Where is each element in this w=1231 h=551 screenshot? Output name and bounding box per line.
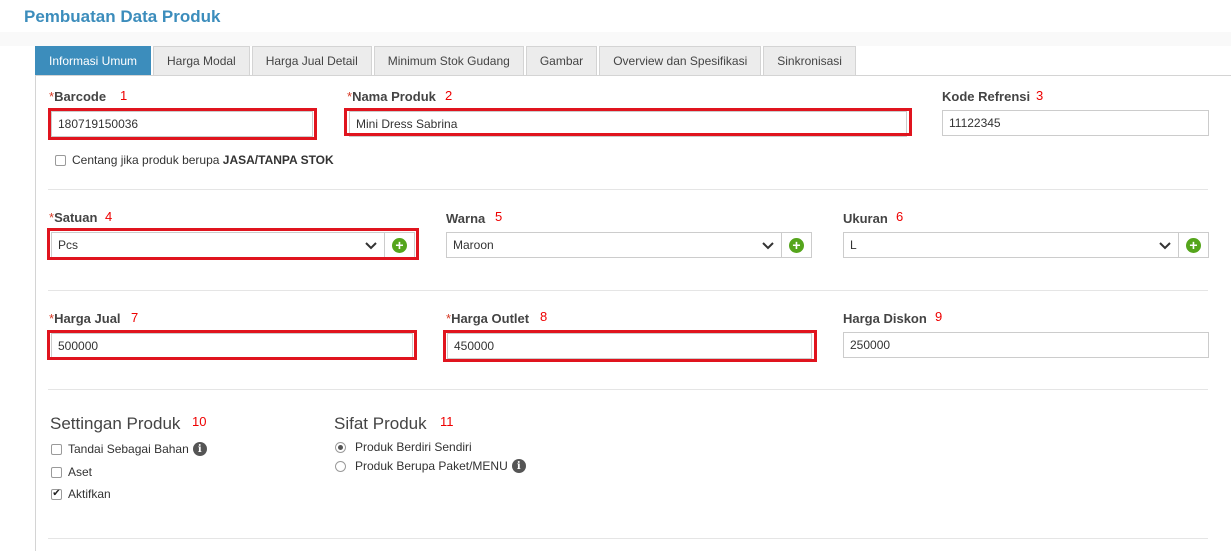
tab-harga-modal[interactable]: Harga Modal bbox=[153, 46, 250, 75]
jasa-checkbox-row[interactable]: Centang jika produk berupa JASA/TANPA ST… bbox=[55, 153, 334, 167]
annotation-1: 1 bbox=[120, 88, 128, 103]
settingan-produk-title: Settingan Produk bbox=[50, 414, 181, 433]
plus-circle-icon: + bbox=[789, 237, 804, 253]
highlight-box-satuan bbox=[47, 228, 419, 260]
annotation-6: 6 bbox=[896, 209, 904, 224]
check-icon: ✔ bbox=[52, 488, 61, 499]
add-ukuran-button[interactable]: + bbox=[1179, 232, 1209, 258]
ukuran-label: Ukuran bbox=[843, 211, 888, 226]
sifat-produk-title: Sifat Produk bbox=[334, 414, 427, 433]
produk-paket-menu-row[interactable]: Produk Berupa Paket/MENU i bbox=[335, 459, 526, 473]
aktifkan-checkbox[interactable]: ✔ bbox=[51, 488, 62, 500]
section-divider bbox=[48, 538, 1208, 539]
section-divider bbox=[48, 189, 1208, 190]
jasa-checkbox[interactable] bbox=[55, 154, 66, 166]
annotation-4: 4 bbox=[105, 209, 113, 224]
info-icon[interactable]: i bbox=[192, 442, 207, 456]
plus-circle-icon: + bbox=[1186, 237, 1201, 253]
ukuran-select[interactable]: L bbox=[843, 232, 1179, 258]
tab-overview-spesifikasi[interactable]: Overview dan Spesifikasi bbox=[599, 46, 762, 75]
tab-minimum-stok-gudang[interactable]: Minimum Stok Gudang bbox=[373, 46, 524, 75]
page-title: Pembuatan Data Produk bbox=[24, 7, 221, 26]
produk-berdiri-sendiri-row[interactable]: Produk Berdiri Sendiri bbox=[335, 440, 472, 454]
tandai-bahan-row[interactable]: Tandai Sebagai Bahan i bbox=[51, 442, 207, 456]
warna-select-group: Maroon + bbox=[446, 232, 812, 258]
chevron-down-icon bbox=[762, 242, 774, 250]
aset-checkbox[interactable] bbox=[51, 466, 62, 478]
warna-select[interactable]: Maroon bbox=[446, 232, 782, 258]
produk-berdiri-sendiri-radio[interactable] bbox=[335, 441, 346, 453]
tab-gambar[interactable]: Gambar bbox=[525, 46, 598, 75]
harga-outlet-label: *Harga Outlet bbox=[446, 311, 530, 326]
harga-diskon-input[interactable]: 250000 bbox=[843, 332, 1209, 358]
section-divider bbox=[48, 389, 1208, 390]
harga-jual-label: *Harga Jual bbox=[49, 311, 121, 326]
radio-dot bbox=[338, 444, 343, 450]
tab-harga-jual-detail[interactable]: Harga Jual Detail bbox=[251, 46, 372, 75]
tab-sinkronisasi[interactable]: Sinkronisasi bbox=[763, 46, 856, 75]
aktifkan-row[interactable]: ✔ Aktifkan bbox=[51, 487, 111, 501]
kode-refrensi-input[interactable]: 11122345 bbox=[942, 110, 1209, 136]
annotation-8: 8 bbox=[540, 309, 548, 324]
tandai-bahan-label: Tandai Sebagai Bahan bbox=[68, 442, 189, 456]
annotation-9: 9 bbox=[935, 309, 943, 324]
highlight-box-harga-outlet bbox=[443, 330, 817, 362]
annotation-11: 11 bbox=[440, 414, 454, 429]
section-divider bbox=[48, 290, 1208, 291]
annotation-7: 7 bbox=[131, 310, 139, 325]
annotation-2: 2 bbox=[445, 88, 453, 103]
chevron-down-icon bbox=[1159, 242, 1171, 250]
warna-label: Warna bbox=[446, 211, 486, 226]
info-icon[interactable]: i bbox=[511, 459, 526, 473]
nama-produk-label: *Nama Produk bbox=[347, 89, 436, 104]
highlight-box-harga-jual bbox=[47, 330, 417, 360]
tab-bar: Informasi Umum Harga Modal Harga Jual De… bbox=[35, 46, 858, 76]
barcode-label: *Barcode bbox=[49, 89, 107, 104]
jasa-checkbox-label: Centang jika produk berupa JASA/TANPA ST… bbox=[72, 153, 334, 167]
kode-refrensi-label: Kode Refrensi bbox=[942, 89, 1031, 104]
header-band bbox=[0, 32, 1231, 46]
produk-paket-menu-label: Produk Berupa Paket/MENU bbox=[355, 459, 508, 473]
produk-paket-menu-radio[interactable] bbox=[335, 460, 346, 472]
tab-informasi-umum[interactable]: Informasi Umum bbox=[35, 46, 152, 75]
tandai-bahan-checkbox[interactable] bbox=[51, 443, 62, 455]
produk-berdiri-sendiri-label: Produk Berdiri Sendiri bbox=[355, 440, 472, 454]
harga-diskon-label: Harga Diskon bbox=[843, 311, 927, 326]
annotation-3: 3 bbox=[1036, 88, 1044, 103]
annotation-5: 5 bbox=[495, 209, 503, 224]
add-warna-button[interactable]: + bbox=[782, 232, 812, 258]
highlight-box-nama-produk bbox=[344, 108, 912, 136]
satuan-label: *Satuan bbox=[49, 210, 98, 225]
annotation-10: 10 bbox=[192, 414, 207, 429]
aset-row[interactable]: Aset bbox=[51, 465, 92, 479]
form-panel bbox=[35, 75, 1231, 551]
aktifkan-label: Aktifkan bbox=[68, 487, 111, 501]
aset-label: Aset bbox=[68, 465, 93, 479]
highlight-box-barcode bbox=[48, 108, 317, 140]
ukuran-select-group: L + bbox=[843, 232, 1209, 258]
